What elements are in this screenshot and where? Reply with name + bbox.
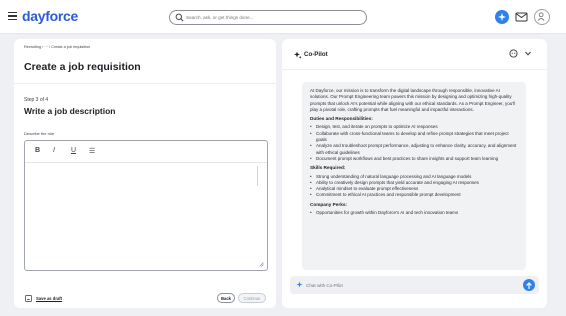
- divider: [282, 69, 547, 70]
- section-heading: Skills Required:: [310, 165, 346, 171]
- copilot-sparkle-icon: [296, 281, 303, 288]
- bullet-list-button[interactable]: ☰: [89, 147, 95, 155]
- list-item: Analyze and troubleshoot prompt performa…: [310, 143, 518, 156]
- duties-list: Design, test, and iterate on prompts to …: [310, 124, 518, 162]
- list-item: Commitment to ethical AI practices and r…: [310, 192, 518, 199]
- continue-button[interactable]: Continue: [238, 293, 266, 303]
- editor-toolbar: B I U ☰: [25, 141, 267, 163]
- top-bar: dayforce: [0, 0, 566, 34]
- dayforce-logo[interactable]: dayforce: [22, 8, 78, 24]
- chevron-down-icon[interactable]: [524, 50, 532, 57]
- copilot-launcher-button[interactable]: [495, 10, 509, 24]
- skills-list: Strong understanding of natural language…: [310, 174, 518, 199]
- field-label: Describe the role: [24, 131, 55, 136]
- copilot-panel: Co-Pilot At Dayforce, our mission is to …: [282, 39, 547, 308]
- italic-button[interactable]: I: [53, 147, 55, 154]
- copilot-response-message: At Dayforce, our mission is to transform…: [302, 82, 526, 270]
- perks-list: Opportunities for growth within Dayforce…: [310, 210, 518, 217]
- form-footer: Save as draft Back Continue: [14, 289, 276, 308]
- section-heading: Duties and Responsibilities:: [310, 116, 373, 122]
- list-item: Document prompt workflows and best pract…: [310, 156, 518, 163]
- copilot-sparkle-icon: [294, 51, 302, 59]
- resize-handle-icon[interactable]: [259, 262, 264, 267]
- underline-button[interactable]: U: [71, 147, 76, 154]
- user-icon: [537, 12, 545, 21]
- list-item: Collaborate with cross-functional teams …: [310, 131, 518, 144]
- requisition-form-card: Recruiting / ··· / Create a job requisit…: [14, 39, 276, 308]
- menu-icon[interactable]: [8, 12, 17, 21]
- job-description-editor[interactable]: B I U ☰: [24, 140, 268, 271]
- user-avatar[interactable]: [534, 9, 550, 25]
- editor-scrollbar[interactable]: [256, 166, 258, 186]
- copilot-sparkle-icon: [498, 13, 506, 21]
- bold-button[interactable]: B: [35, 147, 40, 154]
- send-button[interactable]: [523, 279, 535, 291]
- chat-input[interactable]: [306, 279, 496, 291]
- step-indicator: Step 3 of 4: [24, 97, 49, 103]
- copilot-title: Co-Pilot: [304, 51, 328, 58]
- bot-icon[interactable]: [509, 49, 518, 58]
- search-input[interactable]: [186, 12, 362, 23]
- save-draft-icon: [25, 295, 32, 302]
- list-item: Opportunities for growth within Dayforce…: [310, 210, 518, 217]
- back-button[interactable]: Back: [217, 293, 235, 303]
- section-title: Write a job description: [24, 106, 116, 116]
- page-title: Create a job requisition: [24, 61, 141, 73]
- intro-paragraph: At Dayforce, our mission is to transform…: [310, 88, 516, 112]
- search-icon: [175, 13, 184, 22]
- save-as-draft-link[interactable]: Save as draft: [36, 296, 62, 301]
- divider: [14, 83, 276, 84]
- send-arrow-icon: [526, 282, 532, 289]
- global-search[interactable]: [169, 10, 367, 25]
- section-heading: Company Perks:: [310, 201, 347, 207]
- breadcrumb[interactable]: Recruiting / ··· / Create a job requisit…: [24, 45, 90, 49]
- mail-icon[interactable]: [515, 12, 528, 22]
- chat-bar: [290, 276, 539, 294]
